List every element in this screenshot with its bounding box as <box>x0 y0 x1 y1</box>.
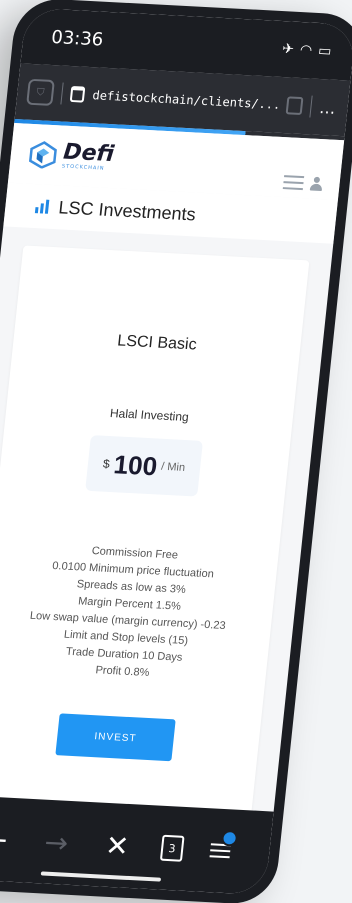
status-icons: ✈ ◠ ▭ <box>281 41 332 59</box>
divider <box>309 95 313 118</box>
logo-mark-icon <box>26 140 61 170</box>
shield-icon[interactable]: ⛉ <box>26 78 55 106</box>
status-time: 03:36 <box>50 26 105 51</box>
reader-icon[interactable] <box>285 96 304 116</box>
close-icon[interactable]: ✕ <box>98 828 135 863</box>
plan-card: LSCI Basic Halal Investing $ 100 / Min C… <box>0 245 310 818</box>
plan-name: LSCI Basic <box>116 332 198 354</box>
content: LSCI Basic Halal Investing $ 100 / Min C… <box>0 226 333 818</box>
menu-icon[interactable] <box>209 829 239 862</box>
home-indicator <box>40 871 162 882</box>
notification-badge <box>220 829 239 847</box>
battery-icon: ▭ <box>317 42 333 60</box>
chart-icon <box>34 199 50 214</box>
plan-subtitle: Halal Investing <box>109 406 190 425</box>
stage: 03:36 ✈ ◠ ▭ ⛉ defistockchain/clients/...… <box>0 0 352 903</box>
header-actions <box>282 171 324 195</box>
airplane-icon: ✈ <box>281 41 295 58</box>
wifi-icon: ◠ <box>299 42 313 59</box>
logo-text: Defi <box>62 139 116 168</box>
price-suffix: / Min <box>160 460 186 474</box>
price-currency: $ <box>102 456 111 471</box>
section-title: LSC Investments <box>57 196 197 224</box>
phone-frame: 03:36 ✈ ◠ ▭ ⛉ defistockchain/clients/...… <box>0 0 352 903</box>
forward-arrow-icon[interactable]: → <box>38 825 75 860</box>
feature-list: Commission Free 0.0100 Minimum price flu… <box>24 540 234 686</box>
divider <box>60 82 64 105</box>
more-icon[interactable]: … <box>319 98 339 118</box>
browser-bottom-bar: ← → ✕ 3 <box>0 794 274 896</box>
screen: 03:36 ✈ ◠ ▭ ⛉ defistockchain/clients/...… <box>0 7 352 896</box>
tabs-count[interactable]: 3 <box>159 834 185 862</box>
lock-icon[interactable] <box>69 85 86 103</box>
back-arrow-icon[interactable]: ← <box>0 822 14 857</box>
price-value: 100 <box>112 448 159 481</box>
price-box: $ 100 / Min <box>85 435 203 497</box>
logo[interactable]: Defi STOCKCHAIN <box>26 140 115 172</box>
invest-button[interactable]: INVEST <box>55 713 176 762</box>
url-text[interactable]: defistockchain/clients/... <box>92 88 279 112</box>
hamburger-icon[interactable] <box>282 171 305 194</box>
user-icon[interactable] <box>309 177 324 192</box>
